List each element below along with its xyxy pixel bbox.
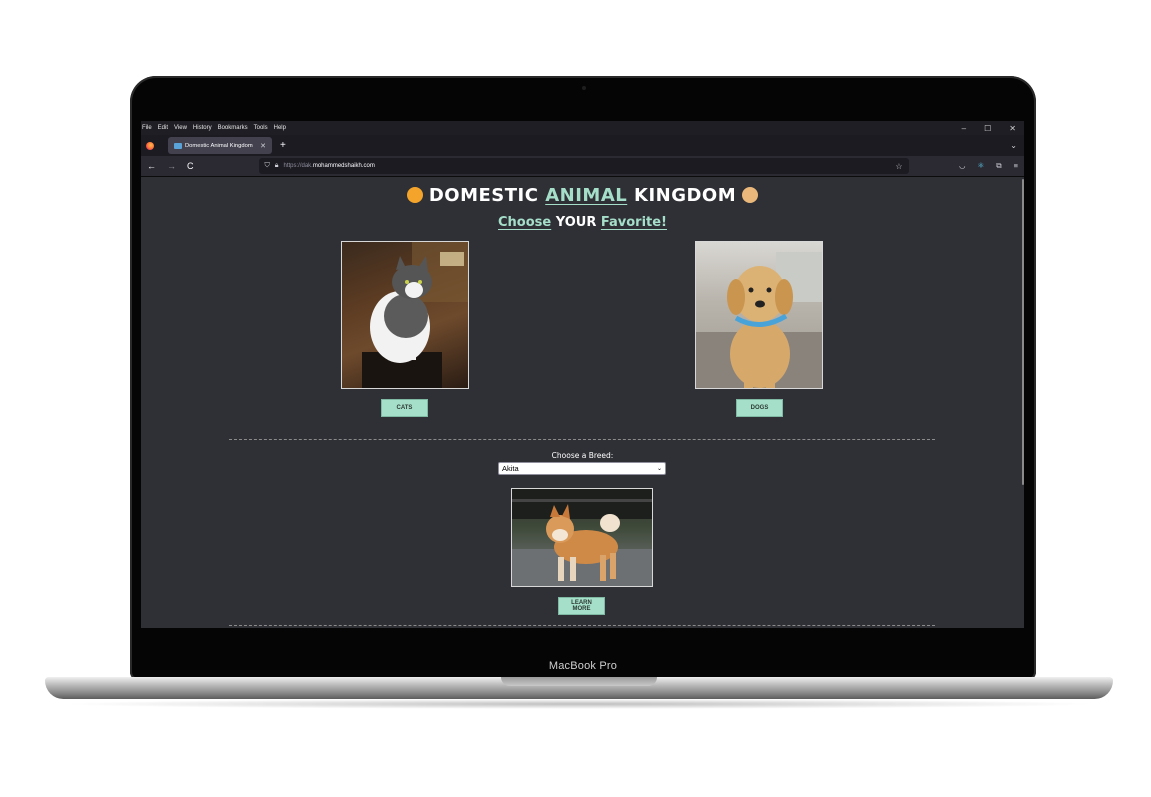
lock-icon[interactable]: 🔒︎ bbox=[275, 162, 279, 170]
firefox-view-icon[interactable] bbox=[146, 141, 154, 150]
learn-more-button[interactable]: LEARN MORE bbox=[558, 597, 605, 615]
dogs-button[interactable]: DOGS bbox=[736, 399, 783, 417]
tab-close-icon[interactable]: ✕ bbox=[260, 142, 266, 150]
pocket-icon[interactable]: ◡ bbox=[959, 161, 966, 171]
dog-emoji-icon bbox=[742, 187, 759, 203]
laptop-notch bbox=[501, 677, 657, 686]
subtitle-choose: Choose bbox=[498, 215, 552, 230]
menu-help[interactable]: Help bbox=[274, 125, 286, 131]
app-menu-icon[interactable]: ≡ bbox=[1014, 161, 1018, 171]
react-devtools-icon[interactable]: ⚛ bbox=[978, 161, 985, 171]
shield-icon[interactable]: ⛉ bbox=[265, 162, 270, 170]
url-domain: mohammedshaikh.com bbox=[312, 163, 375, 169]
window-controls: – ☐ ✕ bbox=[962, 124, 1016, 133]
title-part-1: DOMESTIC bbox=[428, 185, 546, 206]
title-part-2: KINGDOM bbox=[627, 185, 737, 206]
breed-select-value: Akita bbox=[502, 464, 519, 473]
menu-edit[interactable]: Edit bbox=[158, 125, 168, 131]
maximize-button[interactable]: ☐ bbox=[984, 124, 991, 133]
extensions-icon[interactable]: ⧉ bbox=[996, 161, 1001, 171]
laptop-base bbox=[45, 677, 1113, 699]
favicon-icon bbox=[174, 142, 182, 149]
tab-domestic-animal-kingdom[interactable]: Domestic Animal Kingdom ✕ bbox=[168, 137, 272, 154]
cat-emoji-icon bbox=[406, 187, 423, 203]
tab-label: Domestic Animal Kingdom bbox=[185, 142, 253, 149]
list-all-tabs-icon[interactable]: ⌄ bbox=[1010, 141, 1017, 150]
menu-file[interactable]: File bbox=[142, 125, 152, 131]
dog-illustration bbox=[696, 252, 822, 388]
reload-button[interactable]: C bbox=[187, 161, 194, 171]
page-title: DOMESTIC ANIMAL KINGDOM bbox=[141, 185, 1024, 206]
akita-illustration bbox=[512, 489, 652, 586]
cat-photo bbox=[341, 241, 469, 389]
section-divider bbox=[229, 439, 935, 440]
page-subtitle: Choose YOUR Favorite! bbox=[141, 215, 1024, 230]
back-button[interactable]: ← bbox=[147, 161, 156, 171]
address-bar[interactable]: ⛉ 🔒︎ https://dak. mohammedshaikh.com ☆ bbox=[258, 158, 909, 174]
close-window-button[interactable]: ✕ bbox=[1009, 124, 1016, 133]
subtitle-your: YOUR bbox=[551, 215, 601, 230]
device-model-label: MacBook Pro bbox=[548, 660, 618, 672]
chevron-down-icon: ⌄ bbox=[656, 466, 662, 472]
dog-photo bbox=[695, 241, 823, 389]
menu-bookmarks[interactable]: Bookmarks bbox=[218, 125, 248, 131]
laptop-lid: File Edit View History Bookmarks Tools H… bbox=[130, 76, 1036, 680]
menu-view[interactable]: View bbox=[174, 125, 187, 131]
cats-button[interactable]: CATS bbox=[381, 399, 428, 417]
url-protocol: https://dak. bbox=[283, 163, 313, 169]
tab-bar: Domestic Animal Kingdom ✕ + ⌄ bbox=[141, 135, 1024, 156]
cat-illustration bbox=[362, 242, 468, 388]
bottom-divider bbox=[229, 625, 935, 626]
breed-photo bbox=[511, 488, 653, 587]
toolbar-extensions: ◡ ⚛ ⧉ ≡ bbox=[959, 161, 1018, 171]
title-accent: ANIMAL bbox=[545, 185, 628, 206]
menu-tools[interactable]: Tools bbox=[254, 125, 268, 131]
camera bbox=[582, 86, 586, 90]
menu-history[interactable]: History bbox=[193, 125, 212, 131]
new-tab-button[interactable]: + bbox=[280, 140, 286, 151]
breed-select[interactable]: Akita ⌄ bbox=[498, 462, 666, 475]
breed-label: Choose a Breed: bbox=[551, 451, 614, 460]
web-page: DOMESTIC ANIMAL KINGDOM Choose YOUR Favo… bbox=[141, 177, 1024, 628]
menu-bar: File Edit View History Bookmarks Tools H… bbox=[141, 121, 1024, 135]
navigation-bar: ← → C ⛉ 🔒︎ https://dak. mohammedshaikh.c… bbox=[141, 156, 1024, 177]
laptop-shadow bbox=[60, 699, 1098, 709]
bookmark-star-icon[interactable]: ☆ bbox=[895, 162, 902, 171]
forward-button[interactable]: → bbox=[167, 161, 176, 171]
minimize-button[interactable]: – bbox=[962, 124, 966, 133]
screen: File Edit View History Bookmarks Tools H… bbox=[141, 121, 1024, 628]
subtitle-favorite: Favorite! bbox=[600, 215, 667, 230]
